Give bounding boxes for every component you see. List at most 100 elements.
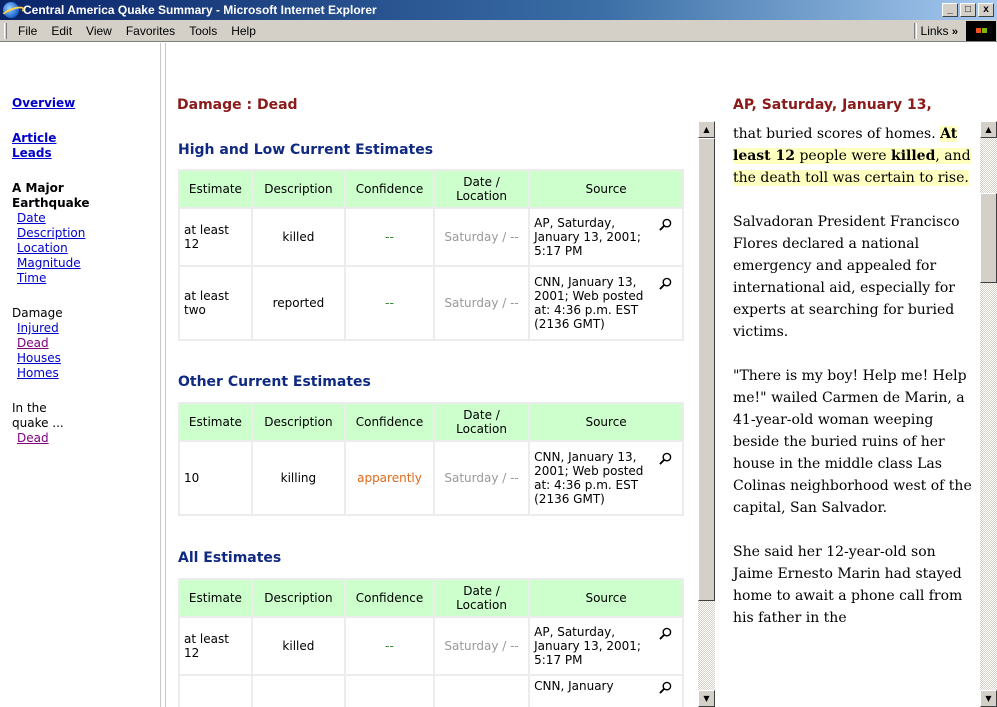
nav-dead-link[interactable]: Dead [12, 336, 157, 351]
nav-date-link[interactable]: Date [12, 211, 157, 226]
window-title: Central America Quake Summary - Microsof… [23, 3, 377, 17]
left-navigation: Overview Article Leads A Major Earthquak… [12, 96, 157, 446]
col-source: Source [530, 404, 682, 440]
scroll-thumb[interactable] [698, 138, 715, 601]
cell-date: Saturday / -- [435, 442, 529, 514]
nav-houses-link[interactable]: Houses [12, 351, 157, 366]
toolbar-grip[interactable] [4, 22, 7, 39]
nav-magnitude-link[interactable]: Magnitude [12, 256, 157, 271]
cell-date: Saturday / -- [435, 618, 529, 674]
article-source-title: AP, Saturday, January 13, [733, 97, 932, 113]
scroll-up-button[interactable]: ▲ [698, 121, 715, 138]
nav-description-link[interactable]: Description [12, 226, 157, 241]
maximize-button[interactable]: □ [960, 3, 976, 17]
nav-damage-header: Damage [12, 306, 63, 320]
col-estimate: Estimate [180, 171, 251, 207]
article-paragraph: "There is my boy! Help me! Help me!" wai… [733, 368, 972, 516]
ie-logo-icon [3, 2, 19, 18]
table-row: at least 12 killed -- Saturday / -- AP, … [180, 618, 682, 674]
menu-tools[interactable]: Tools [182, 24, 224, 38]
magnifier-icon[interactable] [659, 218, 672, 231]
cell-description [252, 676, 344, 707]
cell-estimate: at least 12 [180, 209, 251, 265]
scroll-up-button[interactable]: ▲ [980, 121, 997, 138]
cell-estimate: 10 [180, 442, 251, 514]
article-p1-mid: people were [795, 148, 887, 164]
article-paragraph: Salvadoran President Francisco Flores de… [733, 214, 960, 340]
menu-help[interactable]: Help [224, 24, 263, 38]
col-date-location: Date / Location [435, 404, 529, 440]
cell-confidence: -- [345, 209, 433, 265]
links-grip[interactable] [913, 22, 917, 39]
links-toolbar-button[interactable]: Links » [921, 24, 966, 38]
table-row: 10 killing apparently Saturday / -- CNN,… [180, 442, 682, 514]
minimize-button[interactable]: _ [942, 3, 958, 17]
magnifier-icon[interactable] [659, 277, 672, 290]
nav-location-link[interactable]: Location [12, 241, 157, 256]
links-label: Links [920, 23, 949, 38]
menu-view[interactable]: View [79, 24, 119, 38]
high-low-estimates-table: Estimate Description Confidence Date / L… [178, 169, 684, 341]
scroll-thumb[interactable] [980, 193, 997, 283]
windows-logo-icon [966, 20, 996, 41]
cell-date [435, 676, 529, 707]
col-description: Description [252, 404, 344, 440]
col-date-location: Date / Location [435, 171, 529, 207]
frame-divider[interactable] [160, 43, 166, 707]
nav-time-link[interactable]: Time [12, 271, 157, 286]
magnifier-icon[interactable] [659, 681, 672, 694]
cell-estimate [180, 676, 251, 707]
nav-overview-link[interactable]: Overview [12, 96, 157, 111]
nav-quake-header-line1: In the [12, 401, 47, 415]
cell-description: killed [252, 618, 344, 674]
scroll-down-button[interactable]: ▼ [980, 690, 997, 707]
close-button[interactable]: x [978, 3, 994, 17]
col-confidence: Confidence [345, 404, 433, 440]
cell-confidence: -- [345, 618, 433, 674]
window-title-bar[interactable]: Central America Quake Summary - Microsof… [0, 0, 997, 20]
nav-homes-link[interactable]: Homes [12, 366, 157, 381]
scroll-down-button[interactable]: ▼ [698, 690, 715, 707]
cell-confidence [345, 676, 433, 707]
cell-source: AP, Saturday, January 13, 2001; 5:17 PM [534, 216, 641, 258]
nav-injured-link[interactable]: Injured [12, 321, 157, 336]
table-row: at least two reported -- Saturday / -- C… [180, 267, 682, 339]
cell-source: CNN, January [534, 679, 614, 693]
nav-article-leads-link[interactable]: Article Leads [12, 131, 157, 161]
nav-quake-dead-link[interactable]: Dead [12, 431, 157, 446]
table-row: at least 12 killed -- Saturday / -- AP, … [180, 209, 682, 265]
col-source: Source [530, 171, 682, 207]
highlight-bold-killed: killed [891, 148, 936, 164]
menu-file[interactable]: File [11, 24, 44, 38]
col-estimate: Estimate [180, 404, 251, 440]
col-confidence: Confidence [345, 171, 433, 207]
magnifier-icon[interactable] [659, 627, 672, 640]
chevron-right-icon: » [951, 25, 958, 38]
cell-description: killed [252, 209, 344, 265]
article-paragraph: that buried scores of homes. At least 12… [733, 123, 975, 189]
nav-article-leads-line1: Article [12, 131, 57, 145]
article-scrollbar[interactable]: ▲ ▼ [980, 121, 997, 707]
cell-date: Saturday / -- [435, 267, 529, 339]
nav-article-leads-line2: Leads [12, 146, 52, 160]
cell-estimate: at least two [180, 267, 251, 339]
cell-confidence: apparently [345, 442, 433, 514]
cell-source: CNN, January 13, 2001; Web posted at: 4:… [534, 450, 644, 506]
article-p1-start: that buried scores of homes. [733, 126, 936, 142]
table-row: CNN, January [180, 676, 682, 707]
cell-description: reported [252, 267, 344, 339]
menu-edit[interactable]: Edit [44, 24, 79, 38]
estimates-scrollbar[interactable]: ▲ ▼ [698, 121, 715, 707]
cell-source: AP, Saturday, January 13, 2001; 5:17 PM [534, 625, 641, 667]
magnifier-icon[interactable] [659, 452, 672, 465]
col-source: Source [530, 580, 682, 616]
col-description: Description [252, 171, 344, 207]
nav-major-header-line1: A Major [12, 181, 64, 195]
article-frame: AP, Saturday, January 13, that buried sc… [720, 43, 997, 707]
menu-bar: File Edit View Favorites Tools Help Link… [0, 20, 997, 42]
section-title-all: All Estimates [178, 550, 282, 566]
cell-description: killing [252, 442, 344, 514]
menu-favorites[interactable]: Favorites [119, 24, 182, 38]
section-title-other: Other Current Estimates [178, 374, 371, 390]
nav-quake-header-line2: quake ... [12, 416, 64, 430]
